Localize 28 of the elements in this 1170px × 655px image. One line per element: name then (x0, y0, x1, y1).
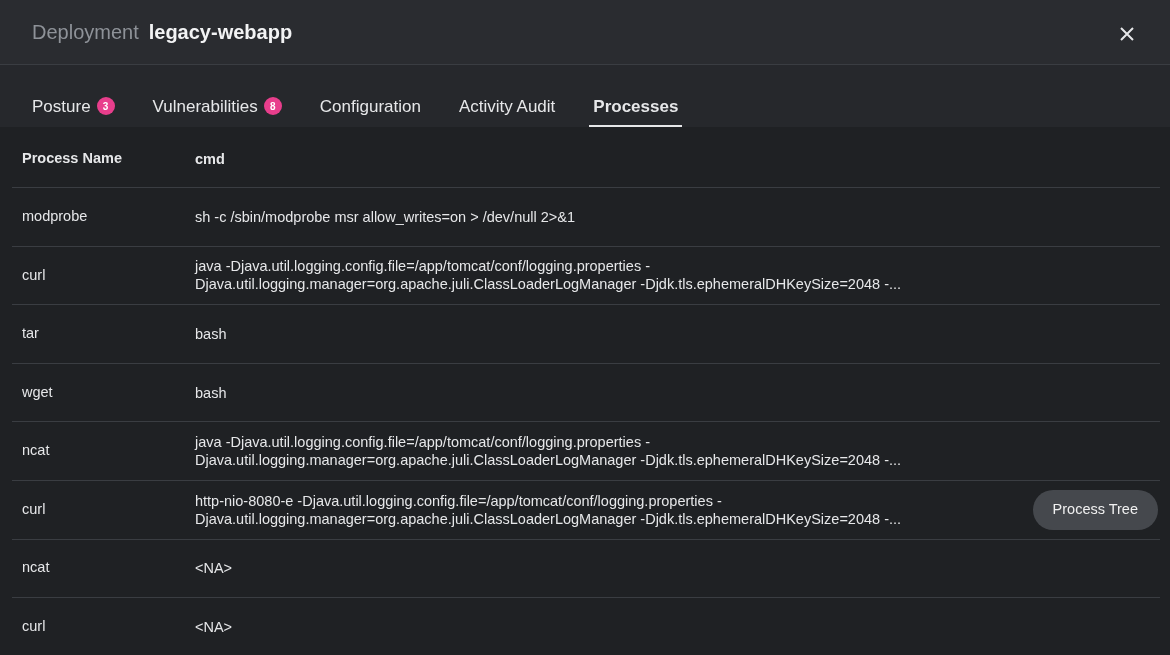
window-label: Deployment (32, 20, 139, 45)
table-cell-text: <NA> (195, 617, 234, 636)
tab[interactable]: Configuration (315, 79, 425, 127)
table-cell-text: java -Djava.util.logging.config.file=/app/tomcat/conf/logging.properties - Djava.util.logging.manager=org.apache.juli.ClassLoaderLogManager -Djdk.tls.ephemeralDHKeySize=2048 -... (195, 257, 903, 294)
table-cell-text: bash (195, 383, 228, 402)
count-badge: 3 (96, 97, 115, 116)
table-cell-text: sh -c /sbin/modprobe msr allow_writes=on > /dev/null 2>&1 (195, 207, 576, 226)
table-cell-text: bash (195, 324, 228, 344)
tab[interactable]: Posture 3 (28, 79, 119, 127)
table-cell-text: ncat (21, 441, 51, 461)
table-cell-text: ncat (21, 558, 51, 578)
column-header: Process Name (21, 149, 123, 169)
table-cell-text: modprobe (21, 206, 89, 226)
tab[interactable]: Processes (589, 79, 683, 127)
table-cell-text: java -Djava.util.logging.config.file=/app/tomcat/conf/logging.properties - Djava.util.logging.manager=org.apache.juli.ClassLoaderLogManager -Djdk.tls.ephemeralDHKeySize=2048 -... (195, 433, 903, 470)
table-cell-text: wget (21, 382, 54, 402)
table-cell-text: curl (21, 499, 47, 519)
tab[interactable]: Vulnerabilities 8 (148, 79, 286, 127)
table-cell-text: tar (21, 324, 40, 344)
tab[interactable]: Activity Audit (454, 79, 560, 127)
table-cell-text: <NA> (195, 559, 234, 578)
table-cell-text: curl (21, 617, 47, 637)
count-badge: 8 (263, 97, 282, 116)
column-header: cmd (195, 149, 226, 169)
process-tree-button[interactable]: Process Tree (1032, 489, 1158, 530)
table-cell-text: curl (21, 265, 47, 285)
window-title: legacy-webapp (148, 20, 293, 45)
table-cell-text: http-nio-8080-e -Djava.util.logging.config.file=/app/tomcat/conf/logging.properties - Djava.util.logging.manager=org.apache.juli.ClassLoaderLogManager -Djdk.tls.ephemeralDHKeySize=2048 -... (195, 491, 903, 528)
